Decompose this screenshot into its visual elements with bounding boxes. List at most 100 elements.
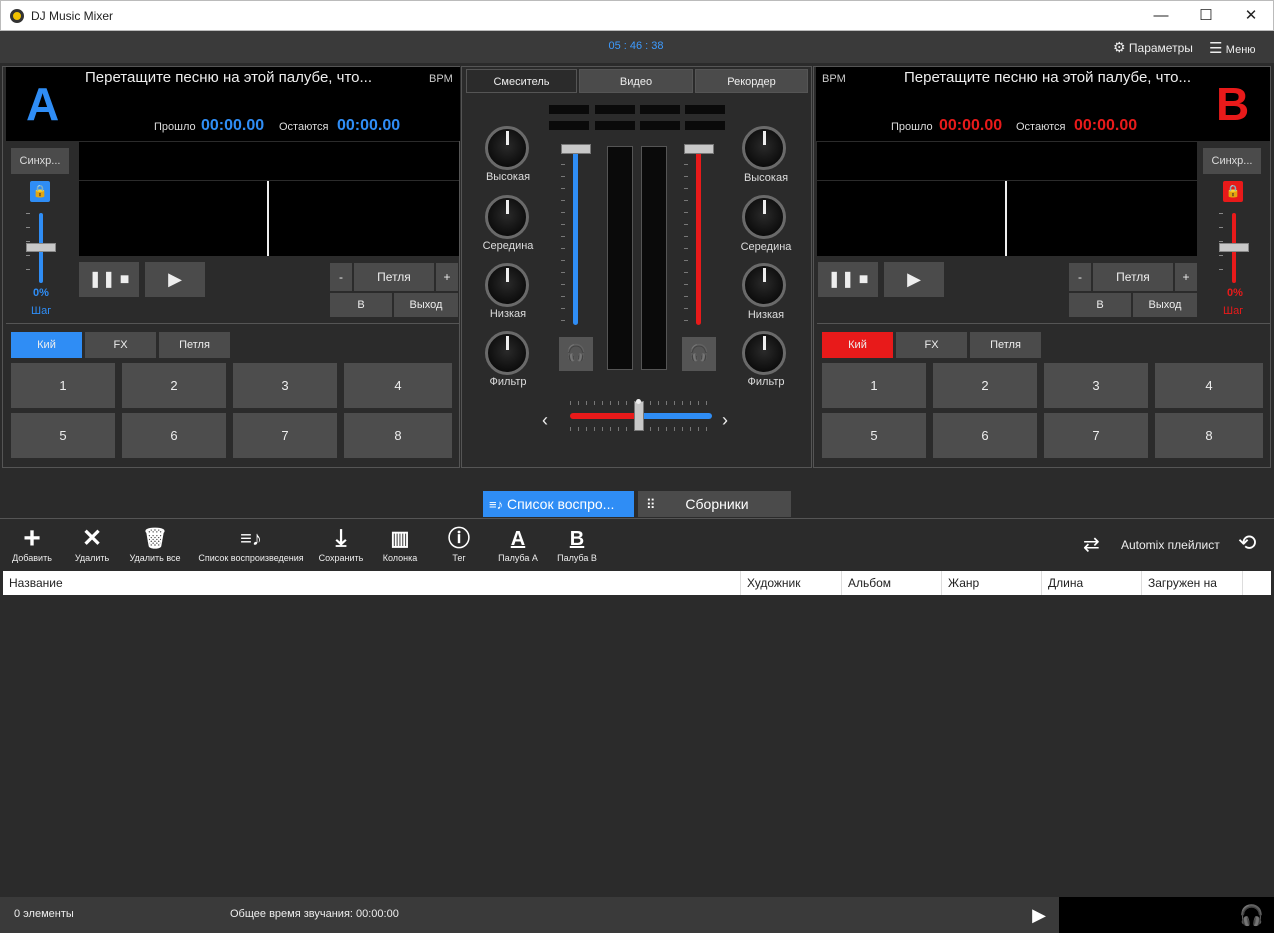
tab-recorder[interactable]: Рекордер xyxy=(695,69,808,93)
deck-b-sync-button[interactable]: Синхр... xyxy=(1203,148,1261,174)
deck-b-pad-4[interactable]: 4 xyxy=(1155,363,1263,408)
deck-b-pad-6[interactable]: 6 xyxy=(933,413,1037,458)
deck-b-pad-8[interactable]: 8 xyxy=(1155,413,1263,458)
deck-a-pitch-thumb[interactable] xyxy=(26,243,56,252)
plus-icon: + xyxy=(23,522,41,555)
deck-b-loop-out[interactable]: Выход xyxy=(1133,293,1197,317)
deck-b-pad-3[interactable]: 3 xyxy=(1044,363,1148,408)
tab-mixer[interactable]: Смеситель xyxy=(466,69,577,93)
column-header-loaded-on[interactable]: Загружен на xyxy=(1142,571,1243,595)
deck-b-lock-icon[interactable]: 🔒 xyxy=(1223,181,1243,202)
deck-a-pad-1[interactable]: 1 xyxy=(11,363,115,408)
deck-a-high-knob[interactable] xyxy=(485,126,529,170)
deck-b-filter-knob[interactable] xyxy=(742,331,786,375)
menu-button[interactable]: ☰ Меню xyxy=(1209,39,1256,57)
deck-a-loop-in[interactable]: В xyxy=(330,293,392,317)
column-header-genre[interactable]: Жанр xyxy=(942,571,1042,595)
delete-button[interactable]: ✕ Удалить xyxy=(70,525,114,563)
deck-a-step-label[interactable]: Шаг xyxy=(31,305,51,317)
deck-a-waveform[interactable] xyxy=(79,181,459,256)
column-header-album[interactable]: Альбом xyxy=(842,571,942,595)
deck-b-volume-thumb[interactable] xyxy=(684,144,714,154)
tab-playlist-label: Список воспро... xyxy=(506,496,615,512)
deck-a-pad-2[interactable]: 2 xyxy=(122,363,226,408)
column-header-artist[interactable]: Художник xyxy=(741,571,842,595)
deck-a-pad-8[interactable]: 8 xyxy=(344,413,452,458)
deck-a-pad-7[interactable]: 7 xyxy=(233,413,337,458)
deck-b-overview-waveform[interactable] xyxy=(817,142,1197,180)
deck-a-pad-4[interactable]: 4 xyxy=(344,363,452,408)
deck-a-loop-button[interactable]: Петля xyxy=(354,263,434,291)
settings-button[interactable]: ⚙ Параметры xyxy=(1113,39,1193,56)
tab-collections[interactable]: ⠿ Сборники xyxy=(638,491,791,517)
deck-b-pad-7[interactable]: 7 xyxy=(1044,413,1148,458)
deck-a-pause-stop-button[interactable]: ❚❚ ■ xyxy=(79,262,139,297)
crossfader-thumb[interactable] xyxy=(634,401,644,431)
shuffle-icon[interactable]: ⇄ xyxy=(1083,532,1100,557)
deck-b-pad-2[interactable]: 2 xyxy=(933,363,1037,408)
playlist-button[interactable]: ≡♪ Список воспроизведения xyxy=(195,525,307,563)
deck-a-lock-icon[interactable]: 🔒 xyxy=(30,181,50,202)
headphones-icon[interactable]: 🎧 xyxy=(1239,903,1264,928)
deck-a-filter-knob[interactable] xyxy=(485,331,529,375)
preview-play-button[interactable]: ▶ xyxy=(1019,897,1059,933)
deck-b-tab-cue[interactable]: Кий xyxy=(822,332,893,358)
deck-a-sync-button[interactable]: Синхр... xyxy=(11,148,69,174)
deck-b-step-label[interactable]: Шаг xyxy=(1223,305,1243,317)
close-button[interactable]: ✕ xyxy=(1228,1,1274,31)
deck-a-overview-waveform[interactable] xyxy=(79,142,459,180)
deck-b-mid-knob[interactable] xyxy=(742,195,786,239)
playlist-icon: ≡♪ xyxy=(240,528,262,550)
minimize-button[interactable]: — xyxy=(1138,1,1184,31)
maximize-button[interactable]: ☐ xyxy=(1183,1,1229,31)
save-button[interactable]: ⤓ Сохранить xyxy=(316,525,366,563)
crossfader-right-arrow-icon[interactable]: › xyxy=(722,410,728,431)
deck-b-pad-5[interactable]: 5 xyxy=(822,413,926,458)
deck-b-mid-label: Середина xyxy=(740,241,792,253)
deck-b-loop-in[interactable]: В xyxy=(1069,293,1131,317)
deck-a-tab-fx[interactable]: FX xyxy=(85,332,156,358)
deck-b-loop-plus[interactable]: + xyxy=(1175,263,1197,291)
deck-a-headphones-icon[interactable]: 🎧 xyxy=(559,337,593,371)
deck-a-load-button[interactable]: A Палуба A xyxy=(496,525,540,563)
deck-b-tab-fx[interactable]: FX xyxy=(896,332,967,358)
deck-b-pitch-thumb[interactable] xyxy=(1219,243,1249,252)
repeat-icon[interactable]: ⟲ xyxy=(1238,530,1256,556)
tag-button[interactable]: ⓘ Тег xyxy=(440,525,478,563)
deck-a-play-button[interactable]: ▶ xyxy=(145,262,205,297)
deck-b-loop-button[interactable]: Петля xyxy=(1093,263,1173,291)
deck-a-volume-track[interactable] xyxy=(573,149,578,325)
deck-a-tab-cue[interactable]: Кий xyxy=(11,332,82,358)
deck-b-tab-loop[interactable]: Петля xyxy=(970,332,1041,358)
deck-a-low-knob[interactable] xyxy=(485,263,529,307)
deck-b-low-knob[interactable] xyxy=(742,263,786,307)
deck-b-pause-stop-button[interactable]: ❚❚ ■ xyxy=(818,262,878,297)
deck-a-pad-5[interactable]: 5 xyxy=(11,413,115,458)
deck-a-volume-thumb[interactable] xyxy=(561,144,591,154)
column-button[interactable]: ▥ Колонка xyxy=(380,525,420,563)
automix-label[interactable]: Automix плейлист xyxy=(1121,538,1220,552)
deck-b-load-button[interactable]: B Палуба B xyxy=(555,525,599,563)
deck-b-waveform[interactable] xyxy=(817,181,1197,256)
column-header-length[interactable]: Длина xyxy=(1042,571,1142,595)
deck-a-tab-loop[interactable]: Петля xyxy=(159,332,230,358)
column-header-name[interactable]: Название xyxy=(3,571,741,595)
tab-video[interactable]: Видео xyxy=(579,69,693,93)
deck-a-loop-minus[interactable]: - xyxy=(330,263,352,291)
tab-playlist[interactable]: ≡♪ Список воспро... xyxy=(483,491,634,517)
crossfader-left-arrow-icon[interactable]: ‹ xyxy=(542,410,548,431)
deck-b-play-button[interactable]: ▶ xyxy=(884,262,944,297)
delete-all-button[interactable]: 🗑 Удалить все xyxy=(126,525,184,563)
deck-b-volume-track[interactable] xyxy=(696,149,701,325)
add-button[interactable]: + Добавить xyxy=(10,522,54,564)
deck-a-loop-plus[interactable]: + xyxy=(436,263,458,291)
deck-a-mid-knob[interactable] xyxy=(485,195,529,239)
deck-a-loop-out[interactable]: Выход xyxy=(394,293,458,317)
deck-a-pad-6[interactable]: 6 xyxy=(122,413,226,458)
deck-a-pad-3[interactable]: 3 xyxy=(233,363,337,408)
playlist-table-body[interactable] xyxy=(3,595,1271,895)
deck-b-high-knob[interactable] xyxy=(742,126,786,170)
deck-b-headphones-icon[interactable]: 🎧 xyxy=(682,337,716,371)
deck-b-pad-1[interactable]: 1 xyxy=(822,363,926,408)
deck-b-loop-minus[interactable]: - xyxy=(1069,263,1091,291)
